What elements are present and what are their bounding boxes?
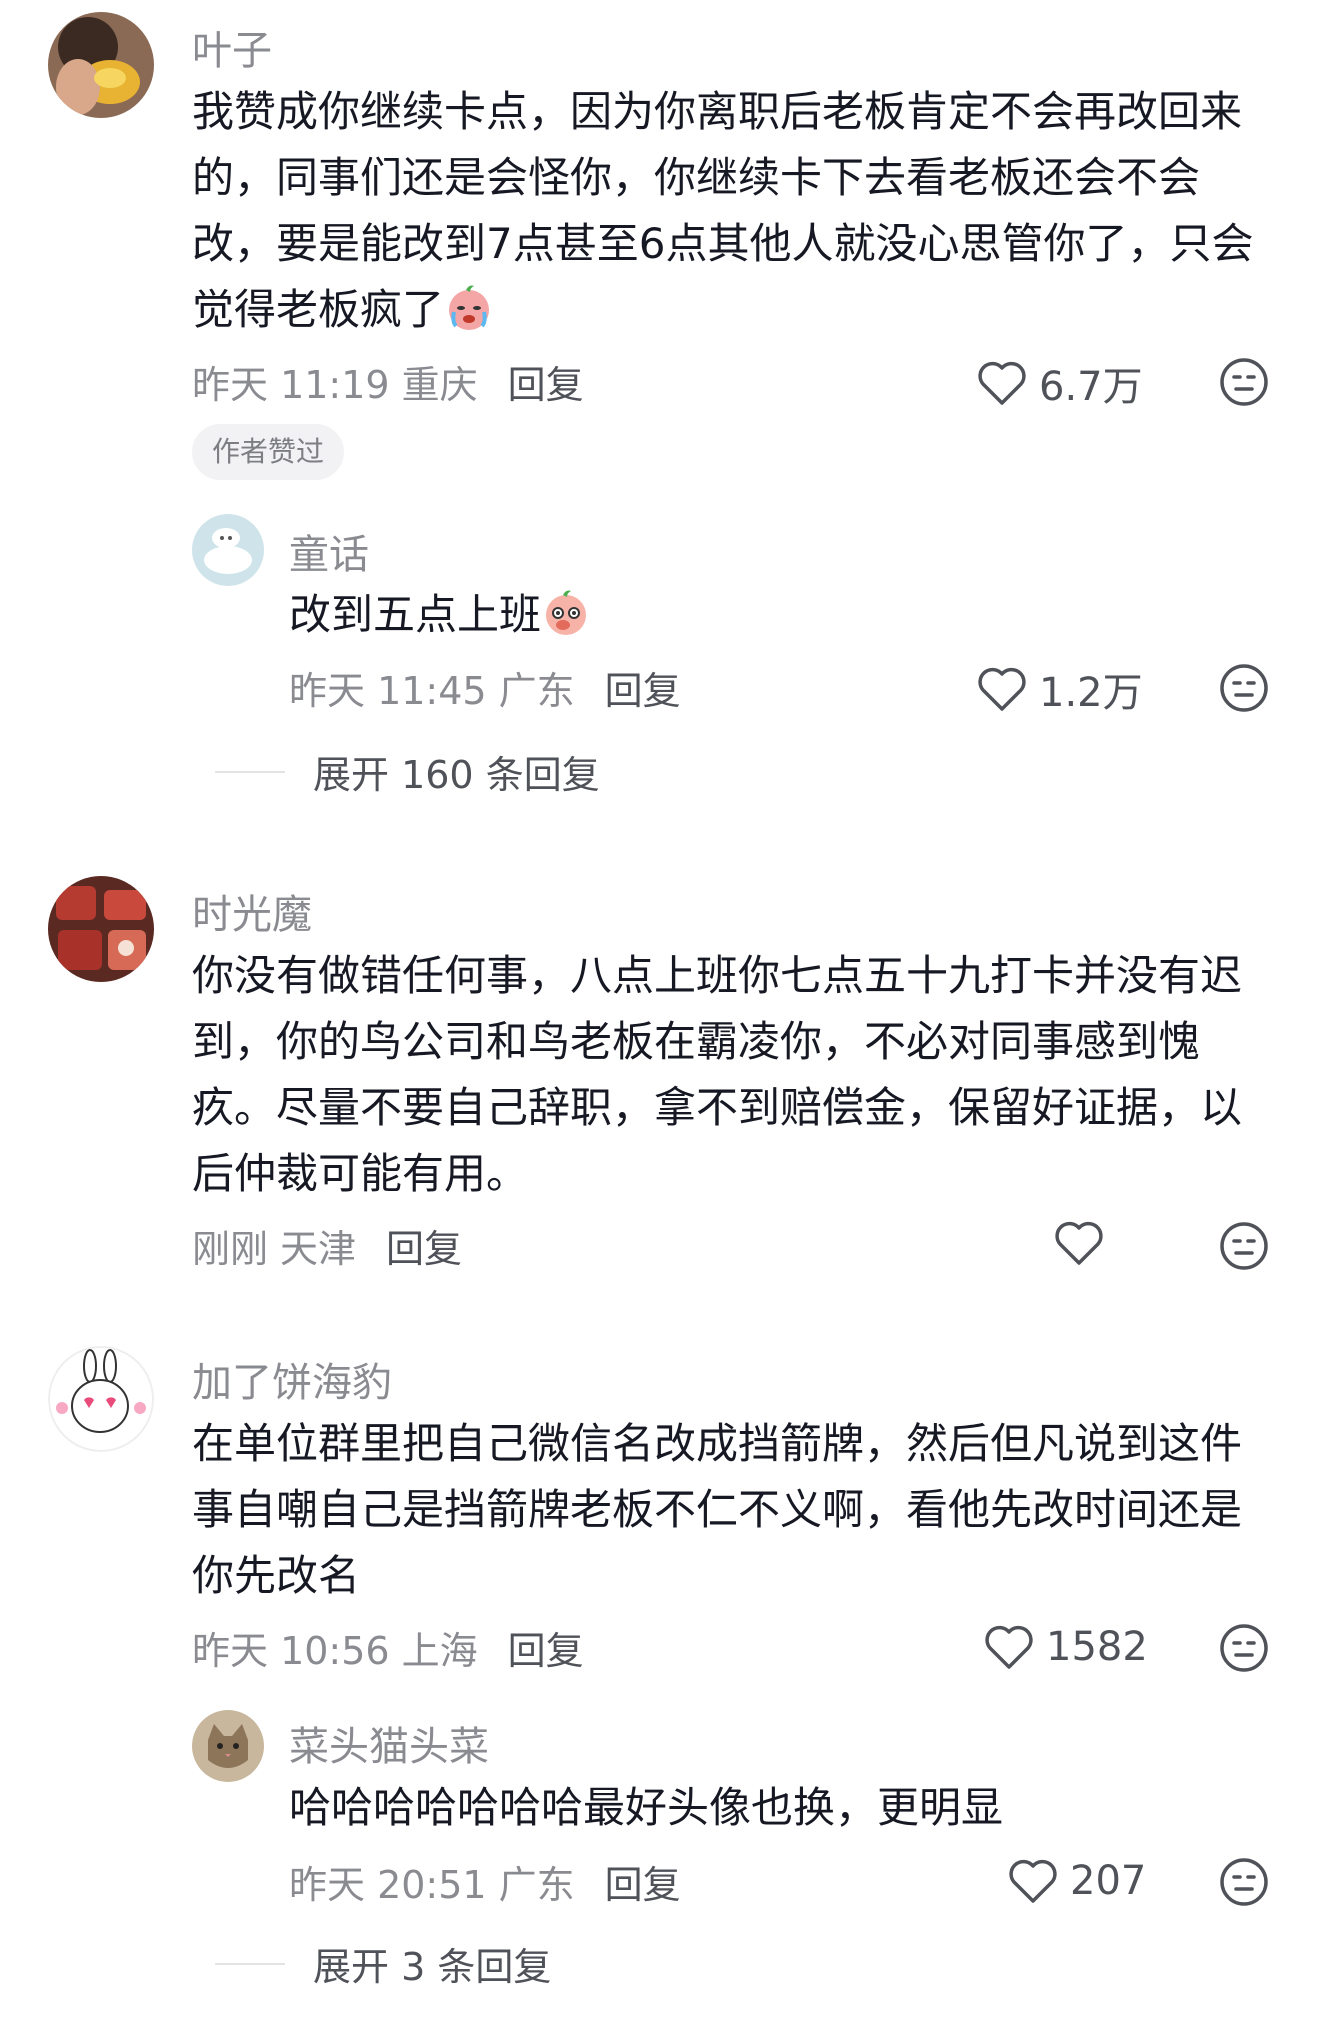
dislike-face-icon[interactable] bbox=[1218, 662, 1270, 714]
avatar[interactable] bbox=[192, 514, 264, 586]
timestamp: 刚刚 bbox=[192, 1227, 269, 1271]
reply-button[interactable]: 回复 bbox=[386, 1218, 462, 1273]
username[interactable]: 加了饼海豹 bbox=[192, 1350, 392, 1408]
expand-replies-button[interactable]: 展开 3 条回复 bbox=[215, 1936, 551, 1991]
comment-text: 你没有做错任何事，八点上班你七点五十九打卡并没有迟 到，你的鸟公司和鸟老板在霸凌… bbox=[192, 951, 1243, 1198]
like-count: 6.7万 bbox=[1039, 364, 1143, 410]
comment-text: 哈哈哈哈哈哈哈最好头像也换，更明显 bbox=[289, 1783, 1004, 1832]
heart-icon bbox=[1009, 1859, 1057, 1903]
comment-meta: 昨天 10:56 上海 回复 bbox=[192, 1620, 584, 1675]
comment-text: 我赞成你继续卡点，因为你离职后老板肯定不会再改回来 的，同事们还是会怪你，你继续… bbox=[192, 87, 1254, 334]
dislike-face-icon[interactable] bbox=[1218, 356, 1270, 408]
like-button[interactable]: 1.2万 bbox=[975, 660, 1143, 718]
expand-replies-button[interactable]: 展开 160 条回复 bbox=[215, 744, 600, 799]
reply-button[interactable]: 回复 bbox=[605, 660, 681, 715]
heart-icon bbox=[985, 1625, 1033, 1669]
like-count: 207 bbox=[1070, 1858, 1147, 1904]
location: 天津 bbox=[280, 1227, 357, 1271]
username[interactable]: 菜头猫头菜 bbox=[289, 1714, 489, 1772]
comment-meta: 昨天 11:45 广东 回复 bbox=[289, 660, 681, 715]
username[interactable]: 叶子 bbox=[192, 18, 272, 76]
comment-text: 在单位群里把自己微信名改成挡箭牌，然后但凡说到这件 事自嘲自己是挡箭牌老板不仁不… bbox=[192, 1419, 1243, 1600]
divider bbox=[215, 770, 285, 773]
avatar-bunny-icon bbox=[48, 1346, 154, 1452]
heart-icon bbox=[978, 361, 1026, 405]
avatar-photo-icon bbox=[48, 12, 154, 118]
dislike-face-icon[interactable] bbox=[1218, 1856, 1270, 1908]
author-liked-badge: 作者赞过 bbox=[192, 424, 345, 480]
comment-meta: 昨天 20:51 广东 回复 bbox=[289, 1854, 681, 1909]
timestamp: 昨天 11:45 bbox=[289, 669, 487, 713]
username[interactable]: 童话 bbox=[289, 522, 369, 580]
reply-button[interactable]: 回复 bbox=[605, 1854, 681, 1909]
reply-button[interactable]: 回复 bbox=[508, 354, 584, 409]
location: 上海 bbox=[401, 1629, 478, 1673]
like-button[interactable]: 1582 bbox=[982, 1622, 1148, 1672]
like-button[interactable] bbox=[1052, 1218, 1106, 1268]
avatar-food-icon bbox=[48, 876, 154, 982]
like-button[interactable]: 6.7万 bbox=[975, 354, 1143, 412]
avatar[interactable] bbox=[48, 876, 154, 982]
reply-button[interactable]: 回复 bbox=[508, 1620, 584, 1675]
username[interactable]: 时光魔 bbox=[192, 882, 312, 940]
comment-meta: 刚刚 天津 回复 bbox=[192, 1218, 462, 1273]
like-count: 1.2万 bbox=[1039, 670, 1143, 716]
avatar[interactable] bbox=[48, 12, 154, 118]
timestamp: 昨天 11:19 bbox=[192, 363, 390, 407]
heart-icon bbox=[1055, 1221, 1103, 1265]
timestamp: 昨天 20:51 bbox=[289, 1863, 487, 1907]
avatar[interactable] bbox=[192, 1710, 264, 1782]
divider bbox=[215, 1962, 285, 1965]
dislike-face-icon[interactable] bbox=[1218, 1220, 1270, 1272]
location: 重庆 bbox=[401, 363, 478, 407]
comment-text: 改到五点上班 bbox=[289, 582, 1239, 648]
dislike-face-icon[interactable] bbox=[1218, 1622, 1270, 1674]
heart-icon bbox=[978, 667, 1026, 711]
peach-emoji-icon bbox=[546, 590, 587, 635]
avatar[interactable] bbox=[48, 1346, 154, 1452]
like-button[interactable]: 207 bbox=[1006, 1856, 1146, 1906]
comment-meta: 昨天 11:19 重庆 回复 bbox=[192, 354, 584, 409]
crying-emoji-icon bbox=[449, 285, 490, 330]
location: 广东 bbox=[498, 669, 575, 713]
avatar-cartoon-icon bbox=[192, 514, 264, 586]
avatar-cat-icon bbox=[192, 1710, 264, 1782]
like-count: 1582 bbox=[1046, 1624, 1148, 1670]
timestamp: 昨天 10:56 bbox=[192, 1629, 390, 1673]
location: 广东 bbox=[498, 1863, 575, 1907]
